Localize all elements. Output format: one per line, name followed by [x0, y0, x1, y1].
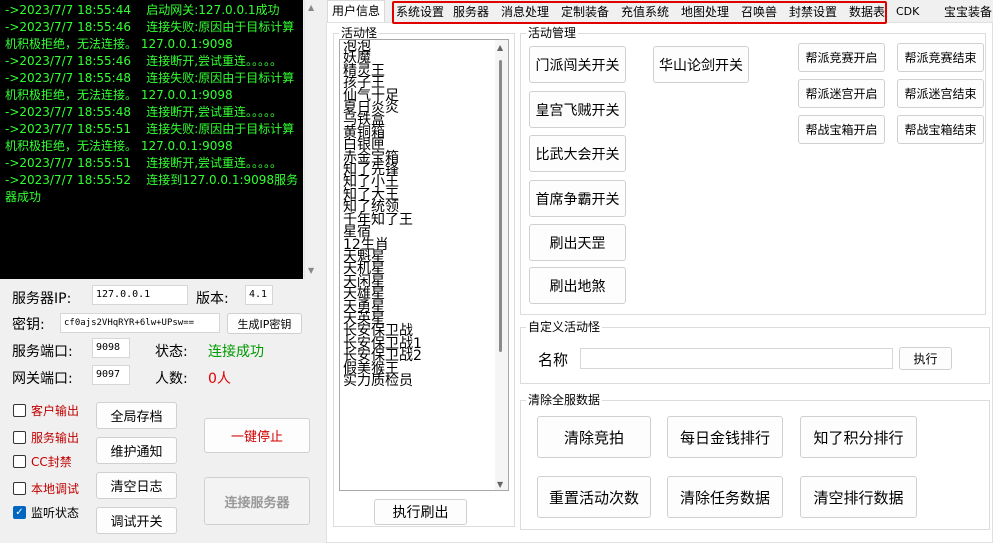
log-line: ->2023/7/7 18:55:44 启动网关:127.0.0.1成功 — [5, 3, 280, 17]
maintenance-notice-button[interactable]: 维护通知 — [96, 437, 177, 464]
checkbox-listen-status[interactable]: ✓ 监听状态 — [13, 504, 79, 521]
version-label: 版本: — [196, 291, 229, 307]
status-label: 状态: — [155, 344, 188, 360]
checkbox-label: 监听状态 — [31, 506, 80, 520]
list-item[interactable]: 实力质检员 — [340, 374, 508, 388]
service-port-label: 服务端口: — [12, 344, 73, 360]
activity-button[interactable]: 刷出天罡 — [529, 224, 626, 261]
save-all-button[interactable]: 全局存档 — [96, 402, 177, 429]
log-line: ->2023/7/7 18:55:52 连接到127.0.0.1:9098服务器… — [5, 173, 299, 204]
checkbox-label: 客户输出 — [31, 404, 80, 418]
checkbox-label: 服务输出 — [31, 431, 80, 445]
debug-switch-button[interactable]: 调试开关 — [96, 507, 177, 534]
gateway-port-label: 网关端口: — [12, 371, 73, 387]
checkbox-server-output[interactable]: 服务输出 — [13, 429, 79, 446]
clear-data-button[interactable]: 知了积分排行 — [800, 416, 917, 458]
checkbox-box[interactable] — [13, 455, 26, 468]
custom-monster-title: 自定义活动怪 — [526, 320, 603, 334]
tab-highlight-box — [392, 1, 887, 24]
clear-data-title: 清除全服数据 — [526, 393, 603, 407]
gang-button[interactable]: 帮派竞赛开启 — [798, 43, 885, 72]
monster-list-items[interactable]: 泡泡 妖魔 精灵王 孩子王 仙气十足 夏日炎炎 乌铁盒 黄铜箱 白银匣 赤金宝箱 知了先锋 知了小王知… — [340, 40, 508, 388]
activity-monsters-title: 活动怪 — [339, 26, 380, 40]
activity-button[interactable]: 刷出地煞 — [529, 267, 626, 304]
tab-pet-equipment[interactable]: 宝宝装备 — [944, 2, 992, 22]
log-line: ->2023/7/7 18:55:48 连接断开,尝试重连。。。。。 — [5, 105, 283, 119]
log-line: ->2023/7/7 18:55:51 连接失败:原因由于目标计算机积极拒绝，无… — [5, 122, 295, 153]
server-ip-label: 服务器IP: — [12, 291, 72, 307]
gang-button[interactable]: 帮派迷宫结束 — [897, 79, 984, 108]
log-console: ->2023/7/7 18:55:44 启动网关:127.0.0.1成功 ->20… — [0, 0, 303, 279]
service-port-input[interactable]: 9098 — [92, 338, 130, 358]
server-ip-input[interactable]: 127.0.0.1 — [92, 285, 188, 305]
activity-button[interactable]: 比武大会开关 — [529, 135, 626, 172]
log-scrollbar[interactable]: ▲ ▼ — [304, 0, 320, 279]
checkbox-label: CC封禁 — [31, 455, 72, 469]
connect-server-button: 连接服务器 — [204, 477, 310, 525]
checkbox-client-output[interactable]: 客户输出 — [13, 402, 79, 419]
status-value: 连接成功 — [208, 344, 264, 360]
count-value: 0人 — [208, 371, 231, 387]
log-lines: ->2023/7/7 18:55:44 启动网关:127.0.0.1成功 ->20… — [5, 2, 299, 206]
gang-button[interactable]: 帮派迷宫开启 — [798, 79, 885, 108]
monster-list[interactable]: 泡泡 妖魔 精灵王 孩子王 仙气十足 夏日炎炎 乌铁盒 黄铜箱 白银匣 赤金宝箱 知了先锋 知了小王知… — [339, 39, 509, 491]
clear-data-button[interactable]: 重置活动次数 — [537, 476, 651, 518]
log-line: ->2023/7/7 18:55:48 连接失败:原因由于目标计算机积极拒绝，无… — [5, 71, 295, 102]
scroll-thumb[interactable] — [499, 60, 502, 352]
scroll-down-icon[interactable]: ▼ — [497, 480, 503, 489]
gateway-port-input[interactable]: 9097 — [92, 365, 130, 385]
clear-data-button[interactable]: 清除竞拍 — [537, 416, 651, 458]
checkbox-box[interactable] — [13, 431, 26, 444]
checkmark-icon[interactable]: ✓ — [13, 506, 26, 519]
name-label: 名称 — [538, 351, 569, 369]
log-line: ->2023/7/7 18:55:51 连接断开,尝试重连。。。。。 — [5, 156, 283, 170]
generate-key-button[interactable]: 生成IP密钥 — [227, 313, 302, 334]
checkbox-box[interactable] — [13, 482, 26, 495]
clear-log-button[interactable]: 清空日志 — [96, 472, 177, 499]
log-line: ->2023/7/7 18:55:46 连接失败:原因由于目标计算机积极拒绝，无… — [5, 20, 295, 51]
execute-refresh-button[interactable]: 执行刷出 — [374, 499, 467, 525]
activity-management-title: 活动管理 — [526, 26, 579, 40]
activity-button[interactable]: 皇宫飞贼开关 — [529, 91, 626, 128]
tab-user-info[interactable]: 用户信息 — [327, 0, 386, 22]
checkbox-box[interactable] — [13, 404, 26, 417]
monster-list-scrollbar[interactable]: ▲ ▼ — [495, 40, 508, 490]
clear-data-button[interactable]: 清空排行数据 — [800, 476, 917, 518]
count-label: 人数: — [155, 371, 188, 387]
scroll-up-icon[interactable]: ▲ — [308, 3, 314, 12]
tab-cdk[interactable]: CDK — [896, 2, 919, 22]
key-label: 密钥: — [12, 317, 45, 333]
custom-execute-button[interactable]: 执行 — [899, 347, 952, 370]
checkbox-cc-ban[interactable]: CC封禁 — [13, 453, 72, 470]
version-input[interactable]: 4.1 — [245, 285, 273, 305]
clear-data-button[interactable]: 清除任务数据 — [667, 476, 783, 518]
checkbox-label: 本地调试 — [31, 482, 80, 496]
checkbox-local-debug[interactable]: 本地调试 — [13, 480, 79, 497]
monster-name-input[interactable] — [580, 348, 893, 369]
activity-button[interactable]: 首席争霸开关 — [529, 180, 626, 217]
gang-button[interactable]: 帮派竞赛结束 — [897, 43, 984, 72]
activity-button[interactable]: 门派闯关开关 — [529, 46, 626, 83]
log-line: ->2023/7/7 18:55:46 连接断开,尝试重连。。。。。 — [5, 54, 283, 68]
scroll-down-icon[interactable]: ▼ — [308, 266, 314, 275]
huashan-switch-button[interactable]: 华山论剑开关 — [653, 46, 749, 83]
gang-button[interactable]: 帮战宝箱结束 — [897, 115, 984, 144]
gang-button[interactable]: 帮战宝箱开启 — [798, 115, 885, 144]
scroll-up-icon[interactable]: ▲ — [497, 43, 503, 52]
key-input[interactable]: cf0ajs2VHqRYR+6lw+UPsw== — [60, 313, 220, 333]
stop-all-button[interactable]: 一键停止 — [204, 418, 310, 453]
clear-data-button[interactable]: 每日金钱排行 — [667, 416, 783, 458]
